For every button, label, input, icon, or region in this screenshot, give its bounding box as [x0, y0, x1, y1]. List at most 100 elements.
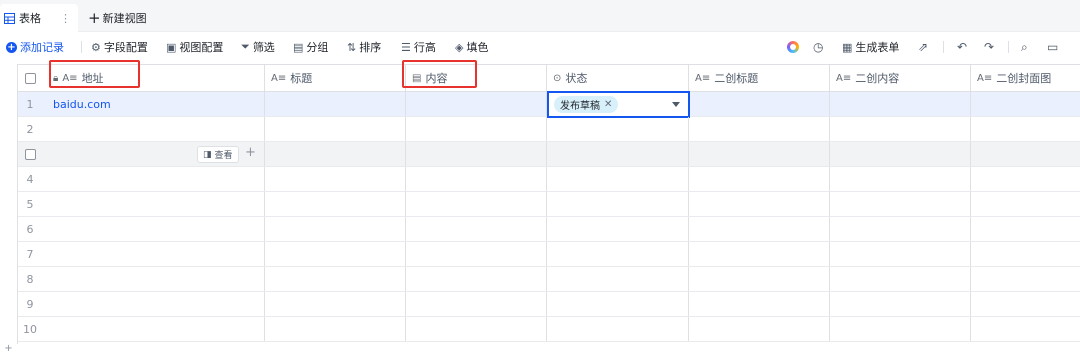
- cell-derived-cover[interactable]: [971, 267, 1080, 291]
- cell-derived-title[interactable]: [689, 242, 830, 266]
- cell-derived-content[interactable]: [830, 217, 971, 241]
- cell-address[interactable]: 2: [17, 117, 265, 141]
- cell-title[interactable]: [265, 167, 406, 191]
- address-value[interactable]: baidu.com: [53, 92, 111, 116]
- cell-content[interactable]: [406, 167, 547, 191]
- cell-status[interactable]: [547, 117, 689, 141]
- cell-title[interactable]: [265, 217, 406, 241]
- cell-derived-content[interactable]: [830, 117, 971, 141]
- filter-button[interactable]: ⏷ 筛选: [241, 32, 275, 62]
- history-icon[interactable]: ◷: [813, 32, 823, 62]
- field-config-button[interactable]: ⚙ 字段配置: [91, 32, 148, 62]
- cell-status[interactable]: [547, 242, 689, 266]
- sort-button[interactable]: ⇅ 排序: [347, 32, 381, 62]
- cell-content[interactable]: [406, 242, 547, 266]
- cell-derived-cover[interactable]: [971, 242, 1080, 266]
- cell-status[interactable]: [547, 142, 689, 166]
- table-row[interactable]: 5: [17, 192, 1080, 217]
- cell-address[interactable]: 10: [17, 317, 265, 341]
- cell-status[interactable]: [547, 317, 689, 341]
- cell-address[interactable]: 5: [17, 192, 265, 216]
- cell-title[interactable]: [265, 267, 406, 291]
- insert-row-plus-icon[interactable]: +: [245, 145, 256, 160]
- cell-address[interactable]: 8: [17, 267, 265, 291]
- row-checkbox-cell[interactable]: [17, 142, 43, 166]
- cell-derived-cover[interactable]: [971, 217, 1080, 241]
- new-view-button[interactable]: + 新建视图: [88, 4, 147, 32]
- more-vertical-icon[interactable]: ⋮: [60, 12, 71, 25]
- cell-content[interactable]: [406, 142, 547, 166]
- cell-derived-cover[interactable]: [971, 167, 1080, 191]
- cell-derived-content[interactable]: [830, 242, 971, 266]
- table-row[interactable]: 7: [17, 242, 1080, 267]
- cell-derived-title[interactable]: [689, 167, 830, 191]
- table-row[interactable]: 6: [17, 217, 1080, 242]
- column-header-derived-content[interactable]: A≡ 二创内容: [830, 65, 971, 91]
- cell-derived-content[interactable]: [830, 167, 971, 191]
- comment-icon[interactable]: ▭: [1047, 32, 1058, 62]
- cell-address[interactable]: ⠿ ◨ 查看 +: [17, 142, 265, 166]
- cell-title[interactable]: [265, 117, 406, 141]
- cell-derived-title[interactable]: [689, 92, 830, 116]
- table-row[interactable]: 8: [17, 267, 1080, 292]
- select-all-checkbox[interactable]: [24, 72, 36, 84]
- status-select-editor[interactable]: 发布草稿 ✕: [547, 91, 690, 118]
- cell-address[interactable]: 1 baidu.com: [17, 92, 265, 116]
- cell-content[interactable]: [406, 292, 547, 316]
- table-row[interactable]: ⠿ ◨ 查看 +: [17, 142, 1080, 167]
- cell-title[interactable]: [265, 142, 406, 166]
- cell-derived-title[interactable]: [689, 192, 830, 216]
- cell-status[interactable]: [547, 192, 689, 216]
- view-config-button[interactable]: ▣ 视图配置: [166, 32, 223, 62]
- fill-color-button[interactable]: ◈ 填色: [455, 32, 488, 62]
- cell-derived-title[interactable]: [689, 117, 830, 141]
- cell-status[interactable]: [547, 267, 689, 291]
- column-header-derived-cover[interactable]: A≡ 二创封面图: [971, 65, 1080, 91]
- cell-address[interactable]: 6: [17, 217, 265, 241]
- cell-address[interactable]: 9: [17, 292, 265, 316]
- table-row[interactable]: 10: [17, 317, 1080, 342]
- cell-derived-content[interactable]: [830, 192, 971, 216]
- table-row[interactable]: 9: [17, 292, 1080, 317]
- chevron-down-icon[interactable]: [672, 102, 680, 107]
- row-checkbox[interactable]: [24, 148, 36, 160]
- cell-status[interactable]: [547, 292, 689, 316]
- cell-content[interactable]: [406, 92, 547, 116]
- table-row[interactable]: 2: [17, 117, 1080, 142]
- table-row[interactable]: 4: [17, 167, 1080, 192]
- cell-title[interactable]: [265, 92, 406, 116]
- cell-derived-title[interactable]: [689, 267, 830, 291]
- column-header-status[interactable]: ⊙ 状态: [547, 65, 689, 91]
- select-all-cell[interactable]: [17, 65, 43, 91]
- cell-derived-content[interactable]: [830, 267, 971, 291]
- cell-derived-cover[interactable]: [971, 92, 1080, 116]
- cell-title[interactable]: [265, 192, 406, 216]
- add-record-button[interactable]: + 添加记录: [6, 32, 64, 62]
- tab-table-view[interactable]: 表格 ⋮: [0, 4, 78, 32]
- share-icon[interactable]: ⇗: [918, 32, 928, 62]
- cell-derived-cover[interactable]: [971, 142, 1080, 166]
- cell-content[interactable]: [406, 217, 547, 241]
- cell-derived-content[interactable]: [830, 92, 971, 116]
- column-header-title[interactable]: A≡ 标题: [265, 65, 406, 91]
- cell-content[interactable]: [406, 317, 547, 341]
- cell-derived-content[interactable]: [830, 142, 971, 166]
- cell-derived-title[interactable]: [689, 292, 830, 316]
- cell-title[interactable]: [265, 317, 406, 341]
- cell-content[interactable]: [406, 117, 547, 141]
- cell-derived-cover[interactable]: [971, 317, 1080, 341]
- cell-status[interactable]: [547, 217, 689, 241]
- add-row-plus-icon[interactable]: +: [0, 344, 17, 353]
- group-button[interactable]: ▤ 分组: [293, 32, 328, 62]
- cell-address[interactable]: 7: [17, 242, 265, 266]
- cell-title[interactable]: [265, 292, 406, 316]
- cell-derived-cover[interactable]: [971, 192, 1080, 216]
- search-icon[interactable]: ⌕: [1021, 32, 1028, 62]
- cell-status[interactable]: [547, 167, 689, 191]
- view-record-button[interactable]: ◨ 查看: [197, 146, 239, 163]
- undo-icon[interactable]: ↶: [957, 32, 967, 62]
- cell-derived-title[interactable]: [689, 317, 830, 341]
- status-tag[interactable]: 发布草稿 ✕: [554, 96, 619, 113]
- cell-content[interactable]: [406, 267, 547, 291]
- cell-derived-content[interactable]: [830, 317, 971, 341]
